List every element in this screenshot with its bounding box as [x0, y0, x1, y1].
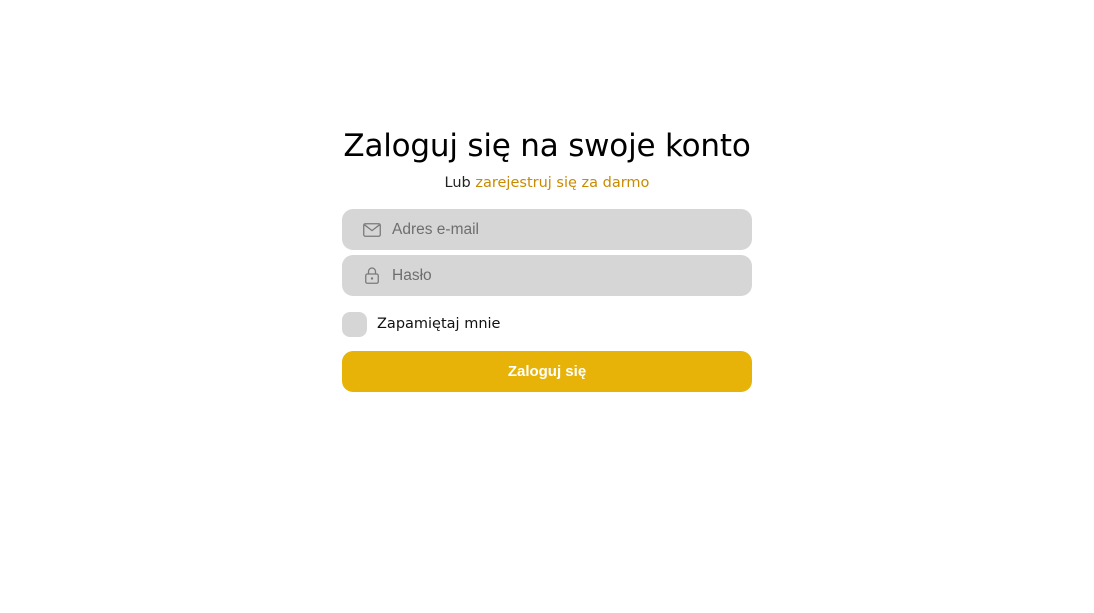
lock-icon: [362, 266, 382, 286]
subtitle-prefix: Lub: [444, 175, 471, 191]
remember-checkbox[interactable]: [342, 311, 367, 337]
password-input[interactable]: [392, 255, 752, 296]
email-field-container[interactable]: [342, 209, 752, 250]
email-input[interactable]: [392, 209, 752, 250]
mail-icon: [362, 220, 382, 240]
login-button[interactable]: Zaloguj się: [342, 351, 752, 392]
remember-me: Zapamiętaj mnie: [342, 311, 752, 337]
register-link[interactable]: zarejestruj się za darmo: [475, 175, 649, 191]
subtitle: Lub zarejestruj się za darmo: [342, 173, 752, 193]
remember-label[interactable]: Zapamiętaj mnie: [377, 316, 500, 332]
password-field-container[interactable]: [342, 255, 752, 296]
login-form: Zaloguj się na swoje konto Lub zarejestr…: [342, 126, 752, 392]
login-page: Zaloguj się na swoje konto Lub zarejestr…: [0, 0, 1094, 613]
page-title: Zaloguj się na swoje konto: [343, 128, 751, 164]
